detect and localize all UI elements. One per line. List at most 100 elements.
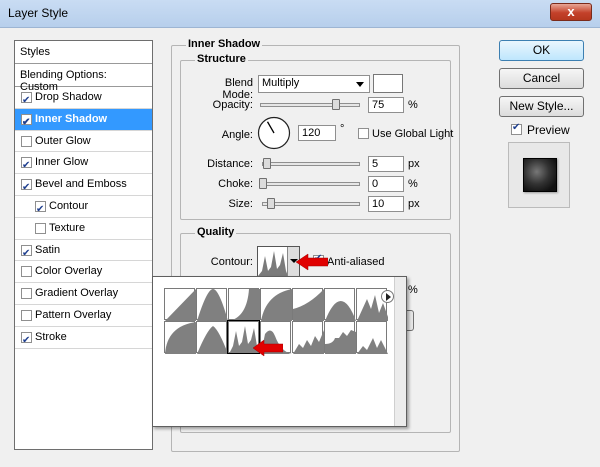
angle-input[interactable]: 120 xyxy=(298,125,336,141)
contour-picker-button[interactable] xyxy=(257,246,300,277)
style-item-inner-shadow[interactable]: Inner Shadow xyxy=(15,108,152,133)
styles-header[interactable]: Styles xyxy=(15,41,152,64)
style-checkbox[interactable] xyxy=(21,177,32,198)
preview-thumbnail xyxy=(508,142,570,208)
size-input[interactable]: 10 xyxy=(368,196,404,212)
style-item-texture[interactable]: Texture xyxy=(15,218,152,240)
distance-label: Distance: xyxy=(207,158,253,170)
title-bar: Layer Style x xyxy=(0,0,600,28)
angle-label: Angle: xyxy=(221,129,253,141)
style-checkbox[interactable] xyxy=(21,309,32,321)
style-item-color-overlay[interactable]: Color Overlay xyxy=(15,261,152,284)
choke-slider[interactable] xyxy=(259,178,360,189)
style-checkbox[interactable] xyxy=(21,266,32,278)
style-item-contour[interactable]: Contour xyxy=(15,196,152,220)
style-checkbox[interactable] xyxy=(35,199,46,220)
style-item-label: Color Overlay xyxy=(35,265,103,278)
contour-preset-tile[interactable] xyxy=(196,321,228,354)
style-item-gradient-overlay[interactable]: Gradient Overlay xyxy=(15,283,152,305)
distance-slider[interactable] xyxy=(262,158,360,169)
style-item-bevel-and-emboss[interactable]: Bevel and Emboss xyxy=(15,174,152,198)
window-title: Layer Style xyxy=(8,6,69,20)
contour-preset-tile[interactable] xyxy=(324,321,356,354)
style-item-label: Outer Glow xyxy=(35,134,91,147)
distance-unit: px xyxy=(408,158,420,170)
style-checkbox[interactable] xyxy=(21,90,32,111)
style-item-satin[interactable]: Satin xyxy=(15,240,152,264)
style-checkbox[interactable] xyxy=(21,288,32,300)
red-arrow-icon xyxy=(296,253,328,271)
flyout-menu-icon[interactable] xyxy=(381,290,394,303)
opacity-slider[interactable] xyxy=(260,99,360,110)
style-item-drop-shadow[interactable]: Drop Shadow xyxy=(15,87,152,111)
contour-preset-tile[interactable] xyxy=(228,288,260,321)
style-item-label: Stroke xyxy=(35,330,67,343)
close-button[interactable]: x xyxy=(550,3,592,21)
style-item-label: Gradient Overlay xyxy=(35,287,119,300)
picker-scrollbar[interactable] xyxy=(394,277,406,426)
shadow-color-swatch[interactable] xyxy=(373,74,403,93)
contour-preset-tile[interactable] xyxy=(292,321,324,354)
styles-list: Styles Blending Options: Custom Drop Sha… xyxy=(14,40,153,450)
choke-unit: % xyxy=(408,178,418,190)
quality-title: Quality xyxy=(195,226,237,238)
choke-slider-thumb[interactable] xyxy=(259,178,267,189)
ok-button[interactable]: OK xyxy=(499,40,584,61)
style-checkbox[interactable] xyxy=(21,112,32,133)
blending-options[interactable]: Blending Options: Custom xyxy=(15,64,152,93)
contour-preset-tile[interactable] xyxy=(292,288,324,321)
size-unit: px xyxy=(408,198,420,210)
contour-preset-tile[interactable] xyxy=(196,288,228,321)
style-item-label: Inner Shadow xyxy=(35,112,108,125)
choke-input[interactable]: 0 xyxy=(368,176,404,192)
use-global-light-label: Use Global Light xyxy=(372,128,454,140)
opacity-label: Opacity: xyxy=(212,99,253,111)
preview-checkbox[interactable] xyxy=(511,122,522,135)
style-item-label: Pattern Overlay xyxy=(35,308,112,321)
opacity-input[interactable]: 75 xyxy=(368,97,404,113)
opacity-unit: % xyxy=(408,99,418,111)
blend-mode-value: Multiply xyxy=(262,77,300,89)
style-item-pattern-overlay[interactable]: Pattern Overlay xyxy=(15,305,152,327)
contour-label: Contour: xyxy=(210,256,253,268)
use-global-light-checkbox[interactable] xyxy=(358,128,369,139)
distance-input[interactable]: 5 xyxy=(368,156,404,172)
preview-label: Preview xyxy=(527,123,570,137)
inner-shadow-title: Inner Shadow xyxy=(186,38,263,50)
style-checkbox[interactable] xyxy=(21,155,32,176)
style-checkbox[interactable] xyxy=(21,330,32,351)
contour-preset-tile[interactable] xyxy=(324,288,356,321)
style-checkbox[interactable] xyxy=(21,243,32,264)
style-item-label: Satin xyxy=(35,243,61,256)
angle-unit: ° xyxy=(340,123,345,135)
opacity-slider-thumb[interactable] xyxy=(332,99,340,110)
style-item-label: Contour xyxy=(49,199,89,212)
new-style-button[interactable]: New Style... xyxy=(499,96,584,117)
size-slider-thumb[interactable] xyxy=(267,198,275,209)
blend-mode-select[interactable]: Multiply xyxy=(258,75,370,93)
style-item-label: Drop Shadow xyxy=(35,91,102,103)
style-item-inner-glow[interactable]: Inner Glow xyxy=(15,152,152,176)
style-checkbox[interactable] xyxy=(35,222,46,234)
red-arrow-icon xyxy=(253,339,283,357)
chevron-down-icon xyxy=(356,82,364,87)
style-item-label: Inner Glow xyxy=(35,156,89,169)
style-item-label: Bevel and Emboss xyxy=(35,178,127,191)
choke-label: Choke: xyxy=(218,178,253,190)
cancel-button[interactable]: Cancel xyxy=(499,68,584,89)
size-label: Size: xyxy=(228,198,253,210)
contour-preset-tile[interactable] xyxy=(164,321,196,354)
size-slider[interactable] xyxy=(262,198,360,209)
structure-title: Structure xyxy=(195,53,248,65)
style-item-outer-glow[interactable]: Outer Glow xyxy=(15,131,152,153)
anti-aliased-label: Anti-aliased xyxy=(327,256,385,268)
contour-preset-tile[interactable] xyxy=(164,288,196,321)
style-item-label: Texture xyxy=(49,221,86,234)
style-checkbox[interactable] xyxy=(21,135,32,147)
style-item-stroke[interactable]: Stroke xyxy=(15,327,152,351)
distance-slider-thumb[interactable] xyxy=(263,158,271,169)
contour-preset-tile[interactable] xyxy=(260,288,292,321)
angle-dial-icon[interactable] xyxy=(257,116,291,150)
preview-swatch xyxy=(523,158,557,192)
contour-preset-tile[interactable] xyxy=(356,321,388,354)
